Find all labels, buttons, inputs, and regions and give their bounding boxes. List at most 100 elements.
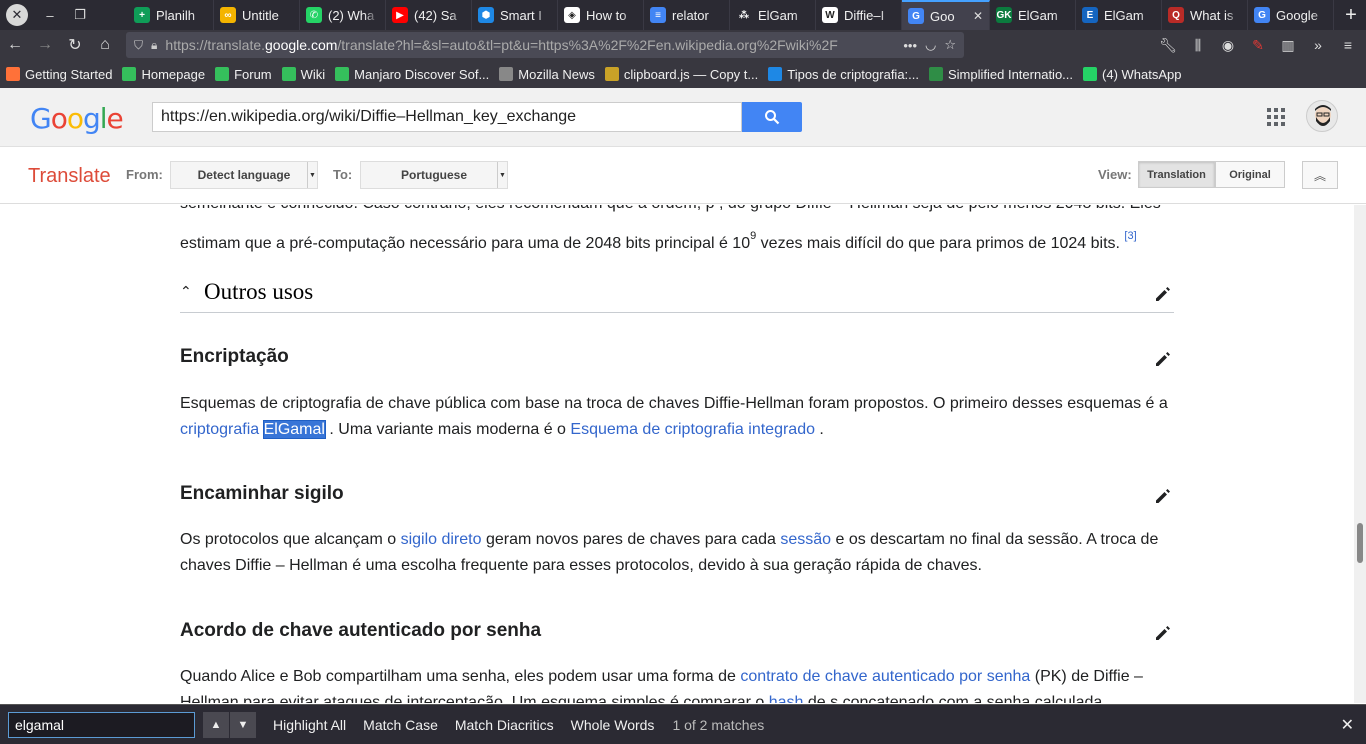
browser-tab[interactable]: E ElGam — [1076, 0, 1162, 30]
back-icon[interactable]: ← — [0, 36, 30, 54]
browser-tab[interactable]: ⬢ Smart I — [472, 0, 558, 30]
extension-icon[interactable]: ✎ — [1246, 37, 1270, 54]
find-previous-button[interactable]: ▲ — [203, 711, 229, 738]
link-pake[interactable]: contrato de chave autenticado por senha — [740, 668, 1030, 685]
bookmark-label: Tipos de criptografia:... — [787, 66, 919, 82]
bookmark-item[interactable]: Forum — [215, 67, 272, 82]
link-integrated-encryption[interactable]: Esquema de criptografia integrado — [570, 421, 815, 438]
manjaro-icon — [335, 67, 350, 81]
window-minimize-icon[interactable]: – — [42, 8, 58, 23]
bookmark-item[interactable]: Simplified Internatio... — [929, 67, 1073, 82]
window-restore-icon[interactable]: ❐ — [72, 7, 88, 23]
bookmark-item[interactable]: Mozilla News — [499, 67, 595, 82]
url-bar[interactable]: ⛉ 🔒︎ https://translate.google.com/transl… — [126, 32, 964, 58]
sidebar-icon[interactable]: ▥ — [1276, 37, 1300, 54]
paragraph-forward-secrecy: Os protocolos que alcançam o sigilo dire… — [180, 531, 1159, 574]
bookmark-item[interactable]: Manjaro Discover Sof... — [335, 67, 489, 82]
tab-favicon-icon: ⁂ — [736, 7, 752, 23]
tab-title: What is — [1190, 7, 1234, 23]
browser-tab[interactable]: ⁂ ElGam — [730, 0, 816, 30]
scrollbar[interactable] — [1354, 205, 1366, 703]
browser-tab[interactable]: + Planilh — [128, 0, 214, 30]
window-close-icon[interactable]: ✕ — [6, 4, 28, 26]
lock-icon[interactable]: 🔒︎ — [151, 38, 157, 53]
browser-tab[interactable]: GK ElGam — [990, 0, 1076, 30]
edit-pencil-icon[interactable] — [1153, 284, 1173, 304]
bookmark-item[interactable]: Homepage — [122, 67, 205, 82]
page-actions-icon[interactable]: ••• — [903, 38, 917, 53]
to-language-select[interactable]: Portuguese ▼ — [360, 161, 508, 189]
tab-title: ElGam — [758, 7, 798, 23]
whole-words-toggle[interactable]: Whole Words — [571, 717, 655, 733]
wrench-icon[interactable]: 🔧︎ — [1156, 37, 1180, 54]
view-translation-button[interactable]: Translation — [1138, 161, 1215, 188]
search-button[interactable] — [742, 102, 802, 132]
bookmarks-toolbar: Getting Started Homepage Forum Wiki Manjaro … — [0, 60, 1366, 88]
reload-icon[interactable]: ↻ — [60, 35, 90, 55]
tab-favicon-icon: ≡ — [650, 7, 666, 23]
translate-title[interactable]: Translate — [28, 165, 111, 188]
pocket-icon[interactable]: ◡ — [925, 37, 936, 53]
browser-tab[interactable]: ✆ (2) Wha — [300, 0, 386, 30]
manjaro-icon — [281, 67, 296, 81]
bookmark-item[interactable]: Tipos de criptografia:... — [768, 67, 919, 82]
forward-icon[interactable]: → — [30, 36, 60, 54]
bookmark-item[interactable]: clipboard.js — Copy t... — [604, 67, 758, 82]
library-icon[interactable]: ⫼ — [1186, 37, 1210, 54]
new-tab-button[interactable]: + — [1336, 0, 1366, 30]
close-tab-icon[interactable]: ✕ — [973, 9, 983, 23]
google-logo[interactable]: Google — [30, 102, 124, 135]
avatar[interactable] — [1306, 100, 1338, 132]
browser-tab[interactable]: W Diffie–I — [816, 0, 902, 30]
translate-toolbar: Translate From: Detect language ▼ To: Po… — [0, 148, 1366, 204]
shield-icon[interactable]: ⛉ — [134, 38, 143, 53]
home-icon[interactable]: ⌂ — [90, 36, 120, 54]
section-heading[interactable]: ⌃ Outros usos — [180, 271, 1174, 313]
tab-title: Planilh — [156, 7, 196, 23]
edit-pencil-icon[interactable] — [1153, 349, 1173, 369]
browser-tab[interactable]: ◈ How to — [558, 0, 644, 30]
edit-pencil-icon[interactable] — [1153, 623, 1173, 643]
browser-tab[interactable]: ≡ relator — [644, 0, 730, 30]
search-input[interactable]: https://en.wikipedia.org/wiki/Diffie–Hel… — [152, 102, 742, 132]
reference-link[interactable]: [3] — [1124, 230, 1136, 242]
overflow-icon[interactable]: » — [1306, 37, 1330, 54]
bookmark-item[interactable]: Getting Started — [6, 67, 112, 82]
chevron-up-icon[interactable]: ⌃ — [180, 283, 196, 300]
tab-favicon-icon: ⬢ — [478, 7, 494, 23]
article-content: semelhante e conhecido. Caso contrário, … — [0, 205, 1354, 703]
account-icon[interactable]: ◉ — [1216, 37, 1240, 54]
browser-tab[interactable]: Q What is — [1162, 0, 1248, 30]
find-input[interactable]: elgamal — [8, 711, 195, 738]
heading-encryption: Encriptação — [180, 346, 289, 367]
link-session[interactable]: sessão — [780, 531, 831, 548]
collapse-toolbar-button[interactable]: ︽ — [1302, 161, 1338, 189]
highlight-all-toggle[interactable]: Highlight All — [273, 717, 346, 733]
bookmark-item[interactable]: (4) WhatsApp — [1083, 67, 1182, 82]
scrollbar-thumb[interactable] — [1357, 523, 1363, 563]
chevron-up-icon: ▲ — [210, 718, 222, 731]
browser-tab[interactable]: ∞ Untitle — [214, 0, 300, 30]
link-hash[interactable]: hash — [769, 694, 804, 703]
find-next-button[interactable]: ▼ — [230, 711, 256, 738]
browser-tab[interactable]: G Google — [1248, 0, 1334, 30]
apps-grid-icon[interactable] — [1267, 108, 1285, 126]
url-text[interactable]: https://translate.google.com/translate?h… — [165, 37, 895, 53]
from-language-select[interactable]: Detect language ▼ — [170, 161, 318, 189]
match-diacritics-toggle[interactable]: Match Diacritics — [455, 717, 554, 733]
view-original-button[interactable]: Original — [1215, 161, 1285, 188]
manjaro-icon — [215, 67, 230, 81]
link-forward-secrecy[interactable]: sigilo direto — [401, 531, 482, 548]
link-elgamal[interactable]: criptografia ElGamal — [180, 420, 326, 439]
bookmark-item[interactable]: Wiki — [281, 67, 325, 82]
chevron-down-icon: ▼ — [497, 162, 507, 188]
browser-tab[interactable]: ▶ (42) Sa — [386, 0, 472, 30]
whatsapp-icon — [1083, 67, 1098, 81]
browser-tab[interactable]: G Goo ✕ — [902, 0, 990, 30]
bookmark-star-icon[interactable]: ☆ — [944, 37, 956, 53]
edit-pencil-icon[interactable] — [1153, 486, 1173, 506]
search-icon — [765, 110, 780, 125]
close-icon[interactable]: ✕ — [1341, 715, 1354, 735]
menu-icon[interactable]: ≡ — [1336, 37, 1360, 54]
match-case-toggle[interactable]: Match Case — [363, 717, 438, 733]
